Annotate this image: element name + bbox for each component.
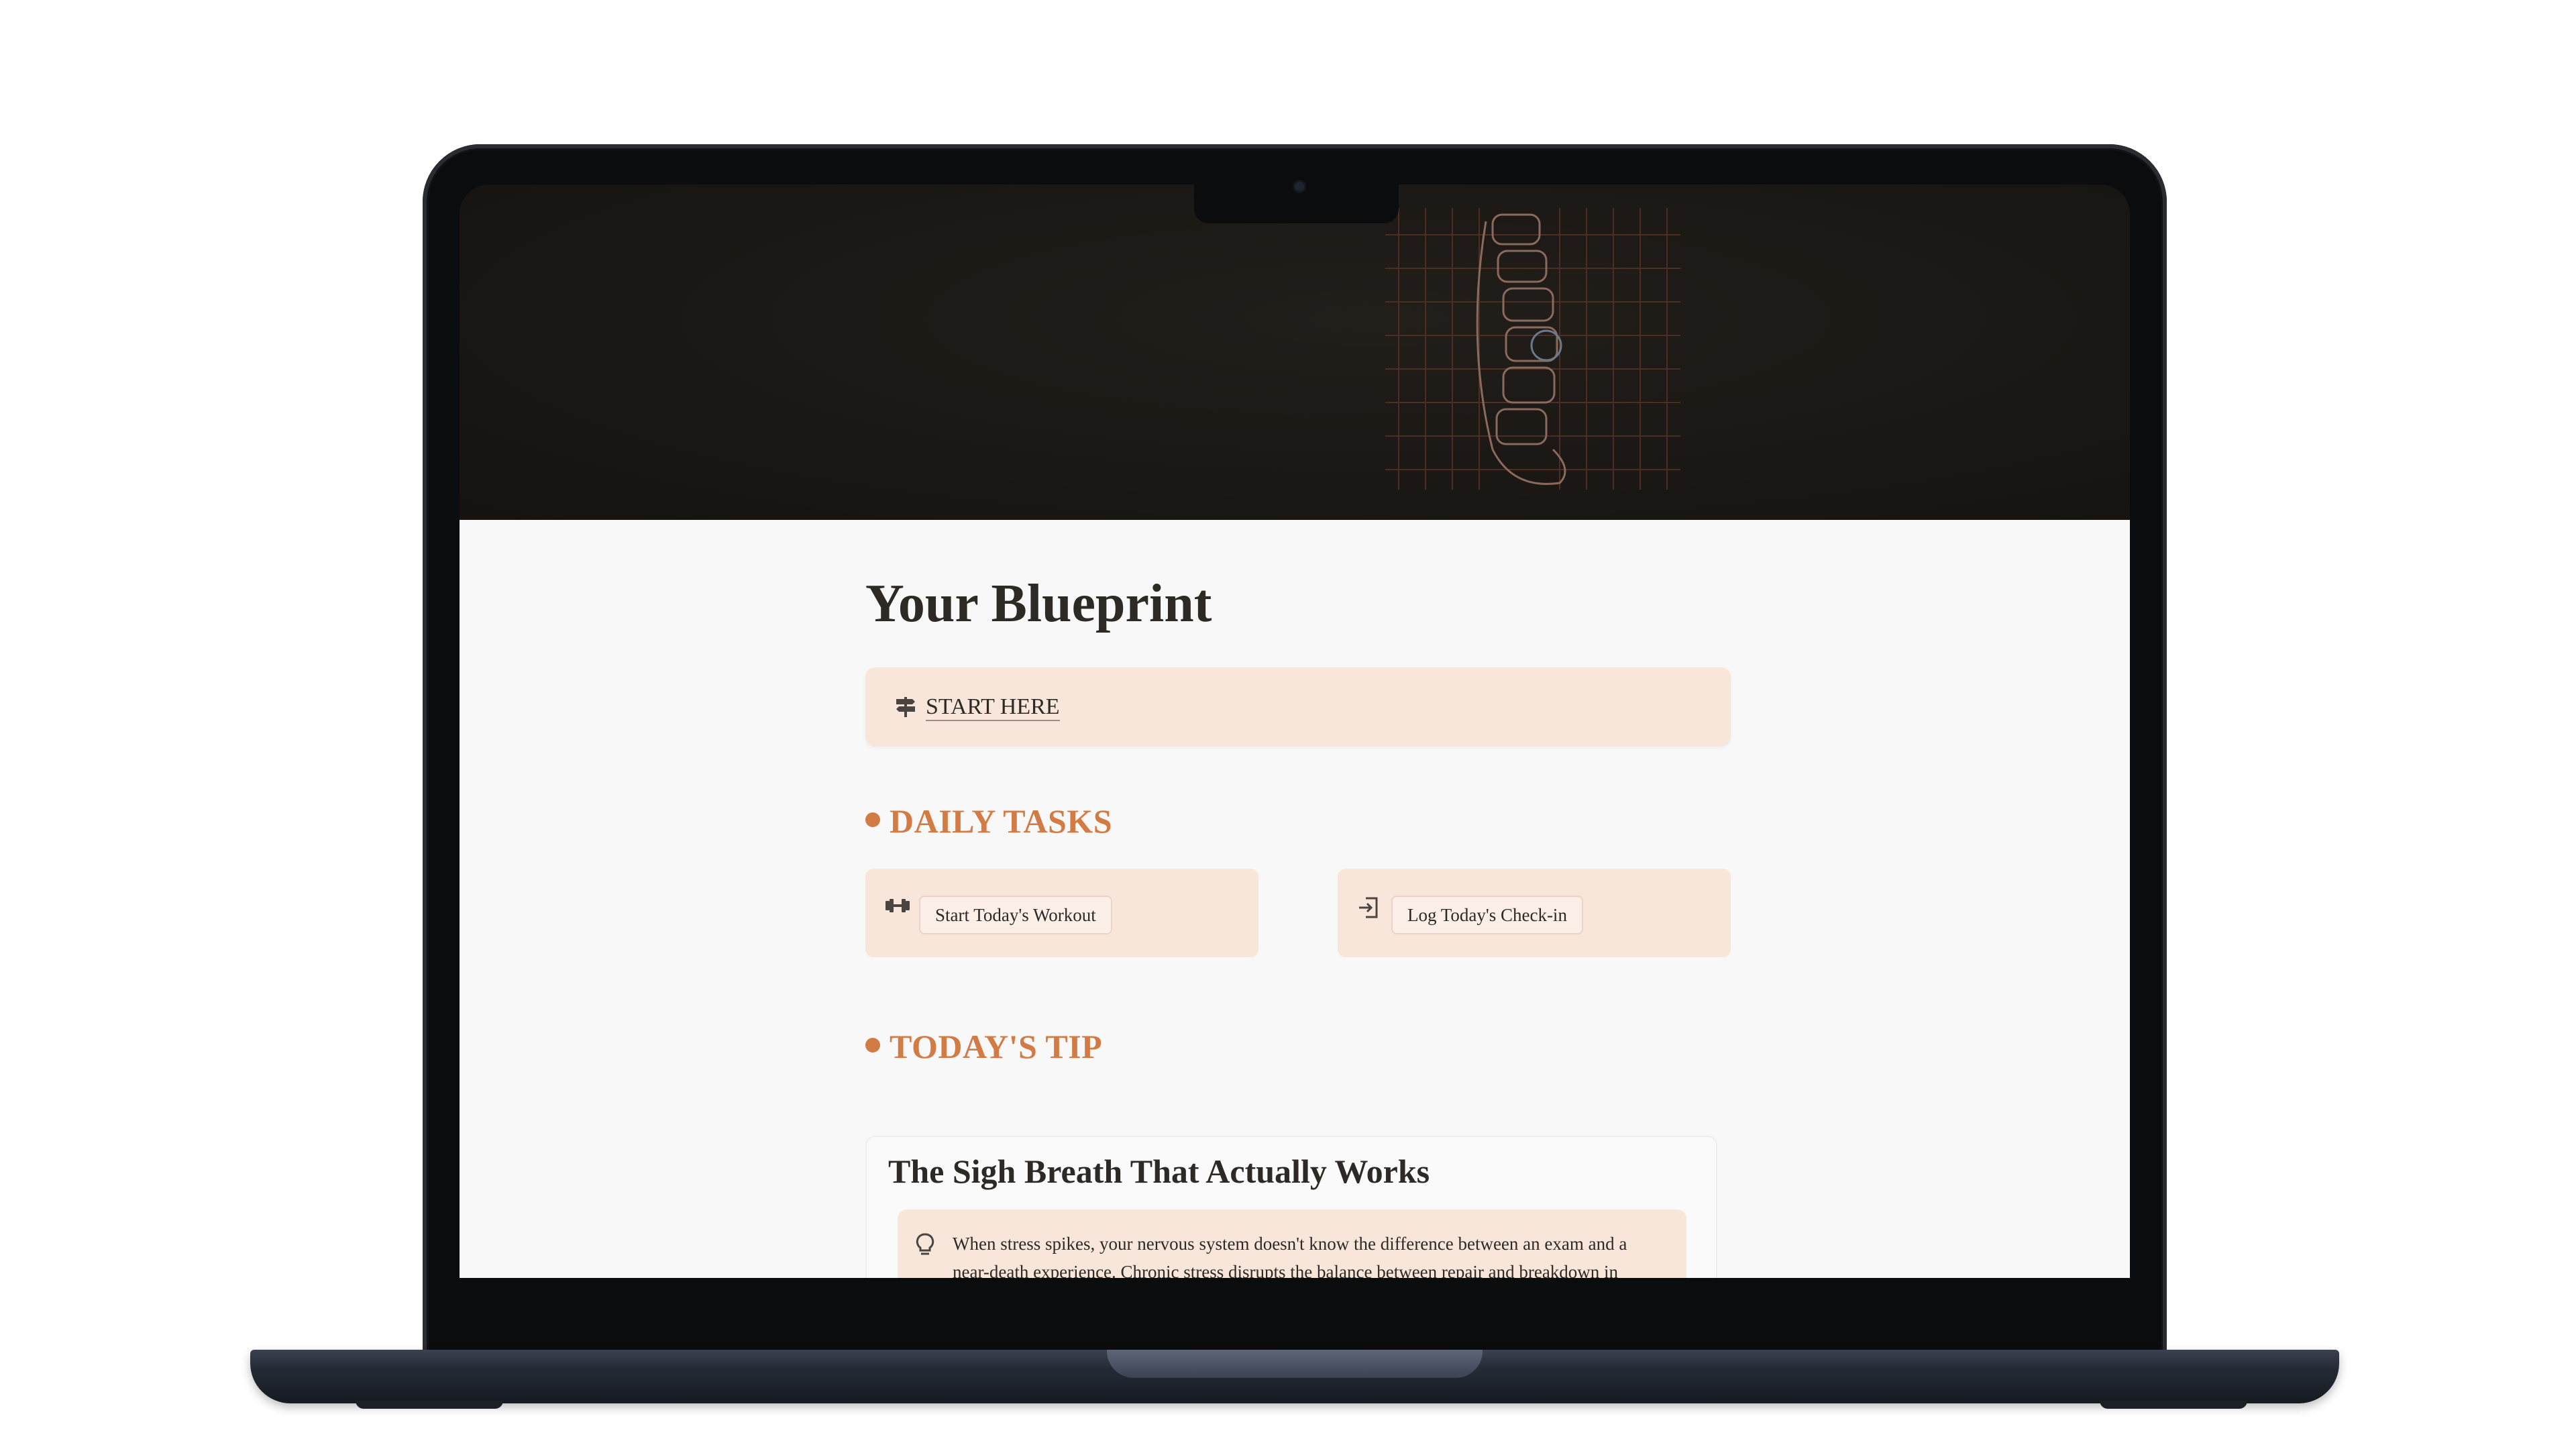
page-title: Your Blueprint <box>865 574 1212 633</box>
daily-tasks-heading-text: DAILY TASKS <box>890 802 1113 840</box>
laptop-foot <box>2100 1401 2247 1409</box>
task-card-checkin: Log Today's Check-in <box>1338 869 1731 957</box>
laptop-foot <box>356 1401 503 1409</box>
tip-body-text: When stress spikes, your nervous system … <box>953 1234 1627 1278</box>
start-workout-button[interactable]: Start Today's Workout <box>919 896 1112 934</box>
cover-banner <box>460 184 2130 520</box>
screen-bezel <box>460 1278 2130 1305</box>
camera-icon <box>1295 182 1304 191</box>
todays-tip-heading-text: TODAY'S TIP <box>890 1028 1103 1065</box>
daily-tasks-heading: DAILY TASKS <box>865 802 1112 841</box>
spine-xray-illustration <box>1385 208 1680 490</box>
start-here-link[interactable]: START HERE <box>926 694 1060 721</box>
tip-card-title: The Sigh Breath That Actually Works <box>888 1152 1430 1190</box>
laptop-screen: Your Blueprint START HERE DAILY TASKS St… <box>460 184 2130 1278</box>
laptop-base-notch <box>1107 1350 1483 1378</box>
start-here-callout[interactable]: START HERE <box>865 667 1731 747</box>
task-card-workout: Start Today's Workout <box>865 869 1258 957</box>
login-icon <box>1356 896 1381 923</box>
signpost-icon <box>894 694 918 722</box>
page-body: Your Blueprint START HERE DAILY TASKS St… <box>460 520 2130 1278</box>
log-checkin-button[interactable]: Log Today's Check-in <box>1391 896 1583 934</box>
tip-card: The Sigh Breath That Actually Works When… <box>865 1136 1717 1278</box>
bullet-dot-icon <box>865 812 880 827</box>
lightbulb-icon <box>915 1232 935 1260</box>
tip-callout: When stress spikes, your nervous system … <box>898 1210 1686 1278</box>
todays-tip-heading: TODAY'S TIP <box>865 1027 1102 1066</box>
dumbbell-icon <box>884 896 911 919</box>
bullet-dot-icon <box>865 1038 880 1053</box>
